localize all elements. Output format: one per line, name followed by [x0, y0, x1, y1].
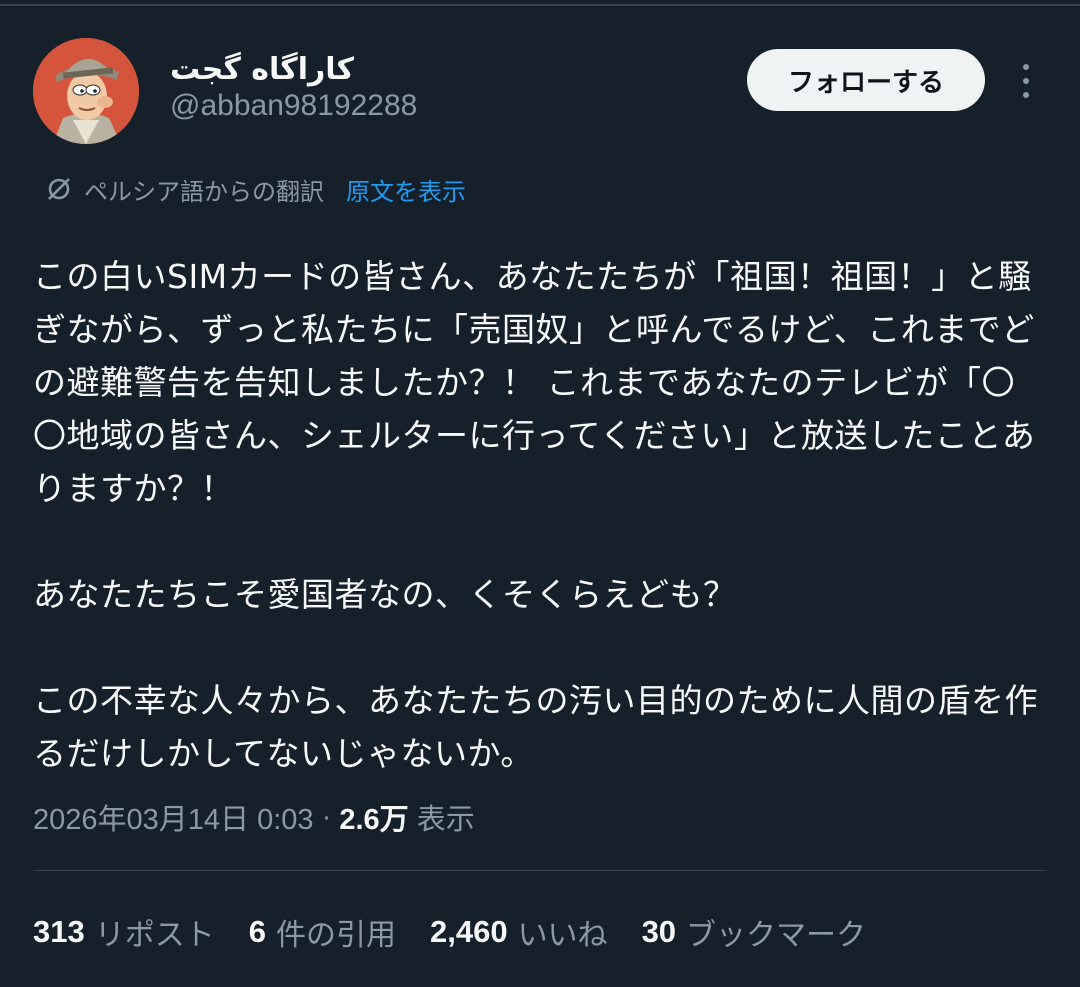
views-count[interactable]: 2.6万 [339, 796, 408, 838]
tweet-paragraph: あなたたちこそ愛国者なの、くそくらえども？ [33, 575, 737, 614]
translation-label: ペルシア語からの翻訳 [84, 177, 324, 206]
views-label: 表示 [408, 804, 475, 836]
tweet-text: この白いSIMカードの皆さん、あなたたちが「祖国！祖国！」と騒ぎながら、ずっと私… [33, 250, 1043, 780]
meta-separator: · [313, 800, 340, 833]
tweet-paragraph: この不幸な人々から、あなたたちの汚い目的のために人間の盾を作るだけしかしてないじ… [33, 681, 1038, 773]
translation-bar: ペルシア語からの翻訳 原文を表示 [44, 172, 466, 206]
tweet-paragraph: この白いSIMカードの皆さん、あなたたちが「祖国！祖国！」と騒ぎながら、ずっと私… [33, 257, 1036, 508]
likes-stat[interactable]: 2,460 いいね [430, 910, 608, 954]
reposts-count: 313 [33, 914, 85, 949]
show-original-link[interactable]: 原文を表示 [346, 172, 466, 207]
reposts-label: リポスト [94, 918, 215, 953]
translate-icon [48, 178, 70, 200]
quotes-stat[interactable]: 6 件の引用 [249, 910, 396, 954]
author-avatar[interactable] [33, 38, 139, 144]
more-vertical-icon[interactable] [1014, 62, 1038, 100]
bookmarks-count: 30 [641, 914, 677, 949]
follow-button[interactable]: フォローする [747, 49, 985, 111]
quotes-count: 6 [248, 914, 266, 949]
avatar-image [33, 38, 139, 144]
bookmarks-stat[interactable]: 30 ブックマーク [642, 910, 866, 954]
likes-count: 2,460 [429, 914, 508, 949]
stats-divider [33, 870, 1047, 871]
top-divider [0, 4, 1080, 6]
author-handle[interactable]: @abban98192288 [170, 89, 417, 123]
bookmarks-label: ブックマーク [686, 918, 867, 953]
likes-label: いいね [517, 918, 608, 953]
tweet-meta: 2026年03月14日 0:03 · 2.6万 表示 [33, 797, 475, 837]
author-name[interactable]: کاراگاه گجت [170, 52, 354, 87]
timestamp-link[interactable]: 2026年03月14日 0:03 [33, 796, 314, 838]
quotes-label: 件の引用 [275, 918, 396, 953]
reposts-stat[interactable]: 313 リポスト [33, 910, 215, 954]
engagement-stats: 313 リポスト 6 件の引用 2,460 いいね 30 ブックマーク [33, 910, 900, 954]
